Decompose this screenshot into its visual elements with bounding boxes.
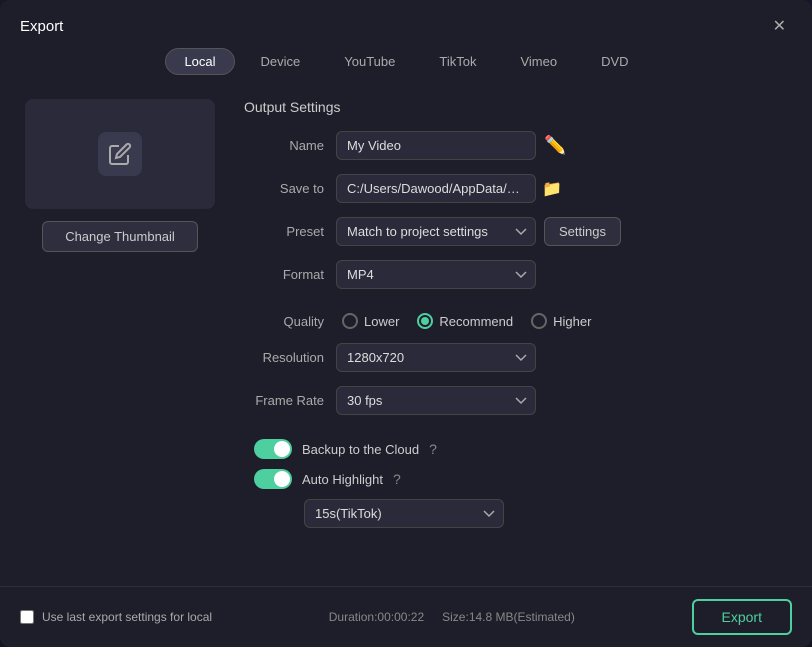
thumbnail-icon [98,132,142,176]
close-button[interactable]: ✕ [767,14,792,38]
quality-lower-radio[interactable] [342,313,358,329]
save-to-label: Save to [244,181,324,196]
name-row: Name ✏️ [244,131,792,160]
framerate-label: Frame Rate [244,393,324,408]
tab-local[interactable]: Local [165,48,234,75]
save-to-input-row: 📁 [336,174,562,203]
format-row: Format MP4 MOV AVI [244,260,792,289]
preset-select[interactable]: Match to project settings [336,217,536,246]
autohighlight-toggle[interactable] [254,469,292,489]
format-label: Format [244,267,324,282]
backup-toggle-knob [274,441,290,457]
ai-icon[interactable]: ✏️ [544,135,566,156]
tiktok-select-row: 15s(TikTok) 30s(TikTok) 60s(TikTok) [244,499,792,528]
backup-help-icon[interactable]: ? [429,441,437,457]
title-bar: Export ✕ [0,0,812,48]
quality-higher-radio[interactable] [531,313,547,329]
tab-device[interactable]: Device [243,48,319,75]
autohighlight-row: Auto Highlight ? [244,469,792,489]
quality-lower-option[interactable]: Lower [342,313,399,329]
framerate-select[interactable]: 30 fps 24 fps 60 fps [336,386,536,415]
name-input[interactable] [336,131,536,160]
format-select[interactable]: MP4 MOV AVI [336,260,536,289]
output-settings-title: Output Settings [244,99,792,115]
last-export-checkbox-label[interactable]: Use last export settings for local [20,610,212,624]
main-content: Change Thumbnail Output Settings Name ✏️… [0,89,812,586]
preset-row: Preset Match to project settings Setting… [244,217,792,246]
last-export-checkbox[interactable] [20,610,34,624]
resolution-label: Resolution [244,350,324,365]
tiktok-select[interactable]: 15s(TikTok) 30s(TikTok) 60s(TikTok) [304,499,504,528]
quality-recommend-option[interactable]: Recommend [417,313,513,329]
quality-label: Quality [244,314,324,329]
tab-vimeo[interactable]: Vimeo [502,48,575,75]
tab-dvd[interactable]: DVD [583,48,646,75]
quality-recommend-label: Recommend [439,314,513,329]
quality-lower-label: Lower [364,314,399,329]
tab-bar: Local Device YouTube TikTok Vimeo DVD [0,48,812,89]
quality-row: Quality Lower Recommend Higher [244,313,792,329]
tab-youtube[interactable]: YouTube [326,48,413,75]
quality-higher-option[interactable]: Higher [531,313,591,329]
dialog-title: Export [20,18,63,35]
settings-button[interactable]: Settings [544,217,621,246]
thumbnail-preview [25,99,215,209]
change-thumbnail-button[interactable]: Change Thumbnail [42,221,198,252]
save-to-input[interactable] [336,174,536,203]
autohighlight-label: Auto Highlight [302,472,383,487]
tab-tiktok[interactable]: TikTok [421,48,494,75]
save-to-row: Save to 📁 [244,174,792,203]
backup-row: Backup to the Cloud ? [244,439,792,459]
left-panel: Change Thumbnail [20,99,220,576]
export-button[interactable]: Export [692,599,792,635]
framerate-row: Frame Rate 30 fps 24 fps 60 fps [244,386,792,415]
resolution-select[interactable]: 1280x720 1920x1080 3840x2160 [336,343,536,372]
resolution-row: Resolution 1280x720 1920x1080 3840x2160 [244,343,792,372]
name-input-row: ✏️ [336,131,566,160]
backup-toggle[interactable] [254,439,292,459]
right-panel: Output Settings Name ✏️ Save to 📁 Pres [244,99,792,576]
last-export-label: Use last export settings for local [42,610,212,624]
name-label: Name [244,138,324,153]
backup-label: Backup to the Cloud [302,442,419,457]
quality-recommend-radio[interactable] [417,313,433,329]
export-dialog: Export ✕ Local Device YouTube TikTok Vim… [0,0,812,647]
preset-input-row: Match to project settings Settings [336,217,621,246]
bottom-info: Duration:00:00:22 Size:14.8 MB(Estimated… [329,610,575,624]
duration-info: Duration:00:00:22 [329,610,424,624]
preset-label: Preset [244,224,324,239]
autohighlight-help-icon[interactable]: ? [393,471,401,487]
folder-icon[interactable]: 📁 [542,179,562,199]
bottom-bar: Use last export settings for local Durat… [0,586,812,647]
autohighlight-toggle-knob [274,471,290,487]
size-info: Size:14.8 MB(Estimated) [442,610,575,624]
quality-higher-label: Higher [553,314,591,329]
